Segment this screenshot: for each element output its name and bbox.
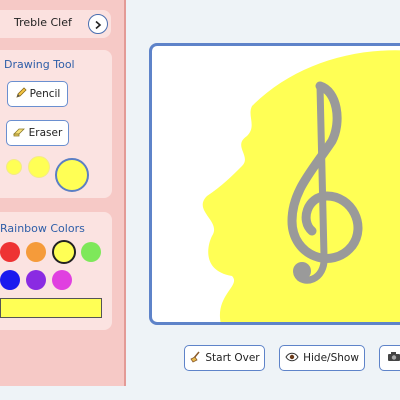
eraser-label: Eraser: [28, 127, 63, 139]
pencil-button[interactable]: Pencil: [7, 81, 68, 107]
selected-color-preview: [0, 298, 102, 318]
sidebar: Treble Clef Drawing Tool Pencil Eraser R…: [0, 0, 126, 386]
brush-size-medium[interactable]: [28, 156, 50, 178]
eraser-icon: [12, 127, 26, 140]
start-over-label: Start Over: [205, 352, 260, 364]
title-bar: Treble Clef: [0, 10, 111, 38]
pencil-label: Pencil: [29, 88, 61, 100]
color-swatch[interactable]: [0, 242, 20, 262]
brush-size-large[interactable]: [55, 158, 89, 192]
eye-icon: [285, 352, 299, 365]
drawing-tool-panel: Drawing Tool Pencil Eraser: [0, 50, 112, 198]
rainbow-colors-panel: Rainbow Colors: [0, 212, 112, 330]
rainbow-colors-heading: Rainbow Colors: [0, 222, 85, 235]
color-swatch[interactable]: [81, 242, 101, 262]
eraser-button[interactable]: Eraser: [6, 120, 69, 146]
page-title: Treble Clef: [14, 16, 72, 29]
color-swatch[interactable]: [52, 240, 76, 264]
broom-icon: [189, 351, 201, 366]
canvas-drawing: [202, 50, 400, 322]
color-swatch[interactable]: [26, 270, 46, 290]
drawing-canvas[interactable]: [149, 43, 400, 325]
camera-icon: [387, 351, 400, 365]
color-swatch[interactable]: [52, 270, 72, 290]
chevron-right-icon: [93, 15, 103, 34]
start-over-button[interactable]: Start Over: [184, 345, 265, 371]
hide-show-label: Hide/Show: [303, 352, 359, 364]
drawing-tool-heading: Drawing Tool: [4, 58, 75, 71]
brush-size-small[interactable]: [6, 159, 22, 175]
color-swatch[interactable]: [26, 242, 46, 262]
hide-show-button[interactable]: Hide/Show: [279, 345, 365, 371]
camera-button[interactable]: [379, 345, 400, 371]
next-button[interactable]: [88, 14, 108, 34]
color-swatch[interactable]: [0, 270, 20, 290]
pencil-icon: [15, 86, 27, 102]
